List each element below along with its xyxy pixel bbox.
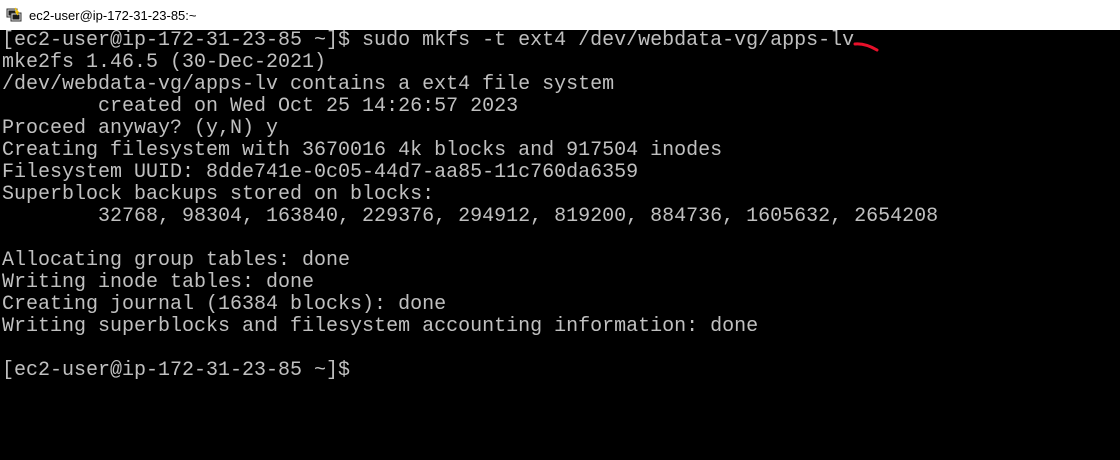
terminal-output[interactable]: [ec2-user@ip-172-31-23-85 ~]$ sudo mkfs …	[0, 30, 1120, 460]
red-underline-annotation	[853, 42, 879, 52]
terminal-line: Proceed anyway? (y,N) y	[2, 117, 279, 140]
terminal-line: Superblock backups stored on blocks:	[2, 183, 435, 206]
terminal-line: Writing superblocks and filesystem accou…	[2, 315, 759, 338]
terminal-line: Filesystem UUID: 8dde741e-0c05-44d7-aa85…	[2, 161, 639, 184]
terminal-line: Creating journal (16384 blocks): done	[2, 293, 447, 316]
putty-terminal-icon	[6, 7, 22, 23]
terminal-line: mke2fs 1.46.5 (30-Dec-2021)	[2, 51, 327, 74]
terminal-prompt: [ec2-user@ip-172-31-23-85 ~]$	[2, 359, 351, 382]
terminal-line: created on Wed Oct 25 14:26:57 2023	[2, 95, 519, 118]
terminal-line: Creating filesystem with 3670016 4k bloc…	[2, 139, 723, 162]
terminal-line: 32768, 98304, 163840, 229376, 294912, 81…	[2, 205, 939, 228]
terminal-line: Writing inode tables: done	[2, 271, 315, 294]
red-annotation-stroke	[853, 42, 879, 52]
terminal-line-command: [ec2-user@ip-172-31-23-85 ~]$ sudo mkfs …	[2, 30, 855, 52]
terminal-window: ec2-user@ip-172-31-23-85:~ [ec2-user@ip-…	[0, 0, 1120, 460]
title-bar[interactable]: ec2-user@ip-172-31-23-85:~	[0, 0, 1120, 30]
terminal-line: /dev/webdata-vg/apps-lv contains a ext4 …	[2, 73, 615, 96]
terminal-line: Allocating group tables: done	[2, 249, 351, 272]
window-title: ec2-user@ip-172-31-23-85:~	[29, 7, 197, 23]
